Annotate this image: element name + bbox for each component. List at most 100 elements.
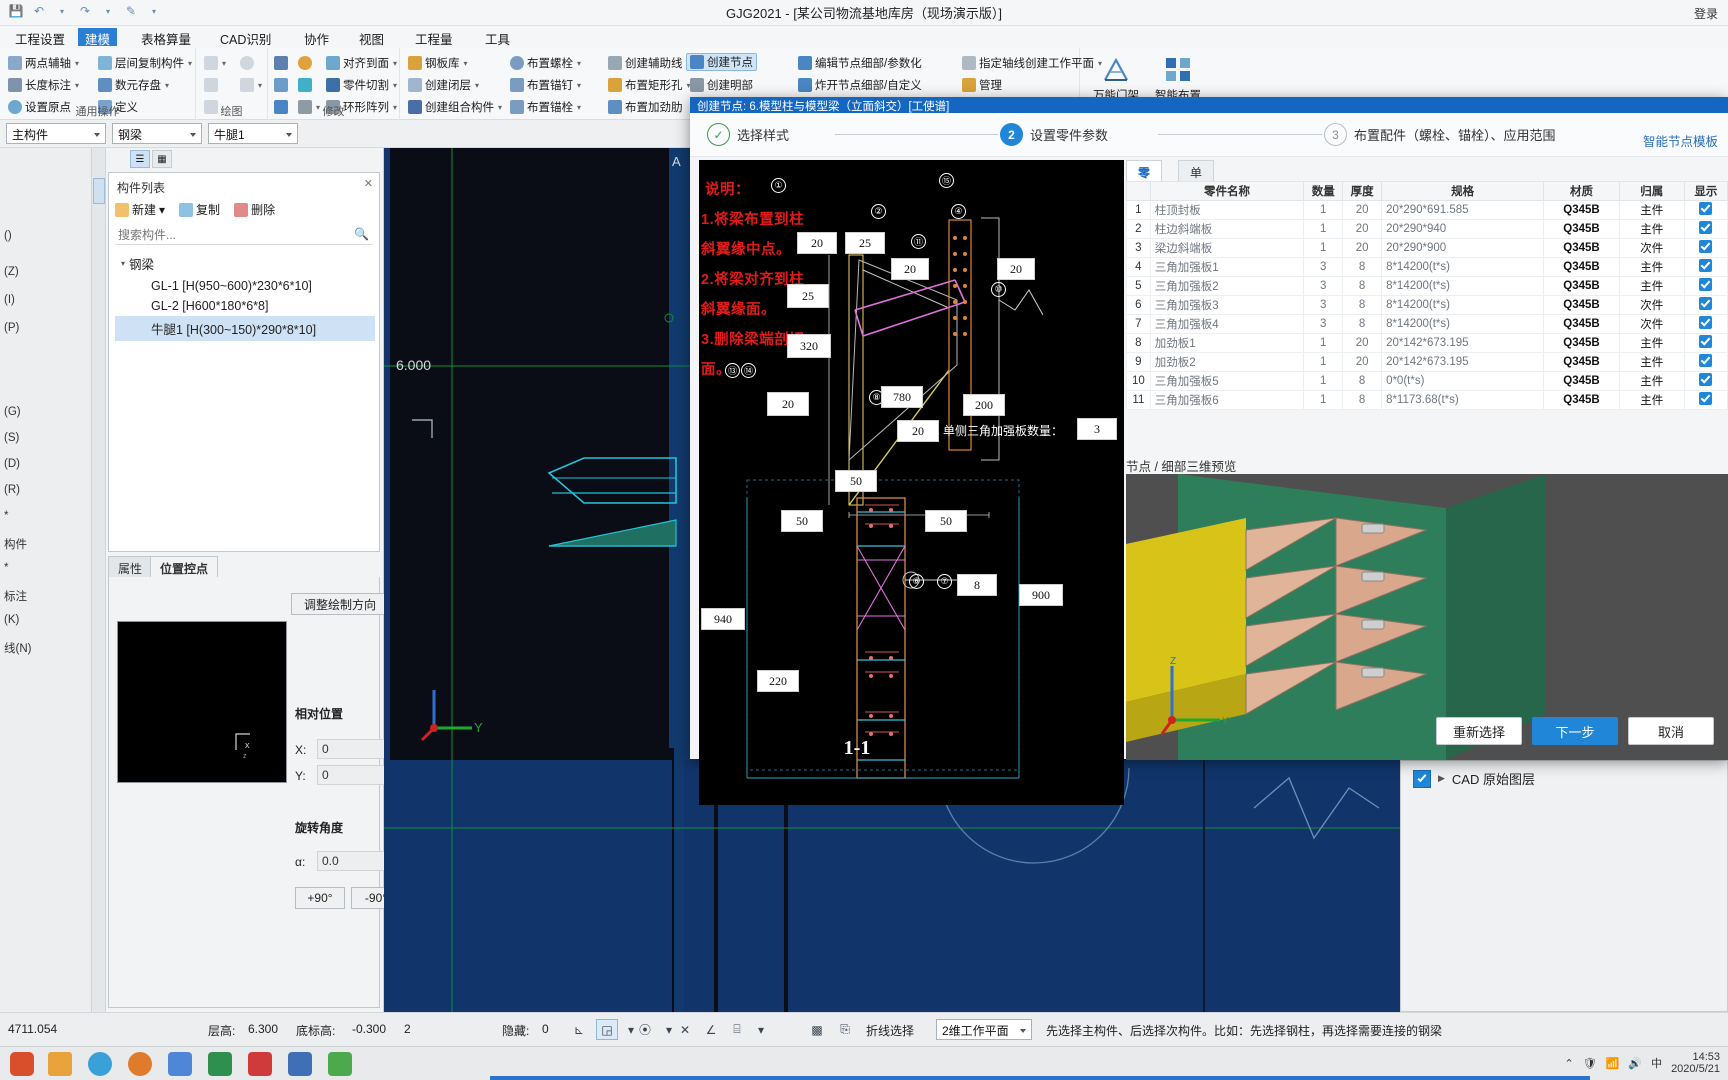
cell-visible[interactable] [1683,200,1728,220]
rail-item-10[interactable]: * [4,562,8,574]
grid-icon[interactable]: ▩ [806,1019,828,1040]
table-row[interactable]: 6 三角加强板3 3 8 8*14200(t*s) Q345B 次件 [1126,295,1728,315]
table-row[interactable]: 5 三角加强板2 3 8 8*14200(t*s) Q345B 主件 [1126,276,1728,296]
tab-properties[interactable]: 属性 [108,556,153,578]
cell-material[interactable]: Q345B [1543,219,1620,239]
table-row[interactable]: 4 三角加强板1 3 8 8*14200(t*s) Q345B 主件 [1126,257,1728,277]
cell-visible[interactable] [1683,333,1728,353]
cell-qty[interactable]: 1 [1303,352,1344,372]
tree-item-bracket-1[interactable]: 牛腿1 [H(300~150)*290*8*10] [115,316,375,341]
ribbon-btn-explode-node[interactable]: 炸开节点细部/自定义 [798,76,922,94]
volume-icon[interactable]: 🔊 [1628,1057,1642,1070]
cell-spec[interactable]: 8*1173.68(t*s) [1381,390,1545,410]
dim-input-0[interactable]: 20 [797,232,837,254]
ribbon-btn-two-point-axis[interactable]: 两点辅轴 ▾ [8,54,79,72]
node-drawing-preview[interactable]: 1-1 说明： 1.将梁布置到柱 斜翼缘中点。 2.将梁对齐到柱 斜翼缘面。 3… [699,160,1124,805]
cell-qty[interactable]: 1 [1303,219,1344,239]
firefox-icon[interactable] [128,1052,152,1076]
dim-input-7[interactable]: 200 [963,394,1005,416]
step-1-select-style[interactable]: ✓ 选择样式 [707,123,789,146]
search-icon[interactable]: 🔍 [354,227,369,241]
menu-item-table-quantity[interactable]: 表格算量 [134,28,198,47]
pdf-icon[interactable] [248,1052,272,1076]
cell-qty[interactable]: 3 [1303,276,1344,296]
visible-checkbox[interactable] [1699,373,1713,386]
cell-spec[interactable]: 20*142*673.195 [1381,352,1545,372]
shield-icon[interactable]: 🛡 [1583,1057,1597,1070]
reselect-button[interactable]: 重新选择 [1436,717,1522,745]
menu-item-project-settings[interactable]: 工程设置 [8,28,72,47]
visible-checkbox[interactable] [1699,316,1713,329]
vtab-components[interactable] [93,178,105,204]
smart-node-template-link[interactable]: 智能节点模板 [1643,131,1718,150]
cell-own[interactable]: 主件 [1618,276,1685,296]
cell-visible[interactable] [1683,219,1728,239]
rotate3d-icon[interactable]: ⦿ [634,1019,656,1040]
view-mode-toggle[interactable]: ☰ ▦ [130,150,172,168]
ribbon-btn-workplane-from-axis[interactable]: 指定轴线创建工作平面 ▾ [962,54,1102,72]
rail-item-6[interactable]: (D) [4,458,20,470]
cell-spec[interactable]: 20*290*691.585 [1381,200,1545,220]
chevron-down-icon[interactable]: ▾ [258,81,262,90]
measure-caret-icon[interactable]: ▾ [750,1019,772,1040]
layer-checkbox[interactable] [1413,769,1431,788]
visible-checkbox[interactable] [1699,221,1713,234]
cell-qty[interactable]: 3 [1303,314,1344,334]
dim-input-1[interactable]: 25 [845,232,885,254]
cell-thk[interactable]: 20 [1342,238,1383,258]
cell-material[interactable]: Q345B [1543,276,1620,296]
close-icon[interactable]: ✕ [674,1019,696,1040]
dim-input-4[interactable]: 25 [787,284,829,308]
chevron-down-icon[interactable]: ▾ [75,81,79,90]
chevron-down-icon[interactable]: ▾ [475,81,479,90]
ribbon-btn-rect-hole[interactable]: 布置矩形孔 ▾ [608,76,691,94]
cell-own[interactable]: 主件 [1618,371,1685,391]
grid-view-icon[interactable]: ▦ [152,150,172,168]
chrome-icon[interactable] [168,1052,192,1076]
cell-thk[interactable]: 8 [1342,257,1383,277]
rotate-plus-90-button[interactable]: +90° [295,887,345,909]
ime-icon[interactable]: 中 [1651,1055,1662,1071]
chevron-down-icon[interactable]: ▾ [393,59,397,68]
cell-visible[interactable] [1683,295,1728,315]
rail-item-11[interactable]: 标注 [4,588,27,604]
ribbon-btn-align-face[interactable]: 对齐到面 ▾ [326,54,397,72]
start-icon[interactable] [10,1052,34,1076]
table-row[interactable]: 1 柱顶封板 1 20 20*290*691.585 Q345B 主件 [1126,200,1728,220]
cell-thk[interactable]: 8 [1342,390,1383,410]
cell-qty[interactable]: 1 [1303,371,1344,391]
table-row[interactable]: 9 加劲板2 1 20 20*142*673.195 Q345B 主件 [1126,352,1728,372]
dim-input-13[interactable]: 8 [957,574,997,596]
rail-item-0[interactable]: () [4,230,12,242]
tab-parts[interactable]: 零件 [1126,160,1163,197]
cell-own[interactable]: 次件 [1618,295,1685,315]
step-3-accessories[interactable]: 3 布置配件（螺栓、锚栓）、应用范围 [1324,123,1556,146]
cell-material[interactable]: Q345B [1543,238,1620,258]
cell-material[interactable]: Q345B [1543,390,1620,410]
gjg-icon[interactable] [288,1052,312,1076]
cell-visible[interactable] [1683,276,1728,296]
dim-input-16[interactable]: 220 [757,670,799,692]
delete-component-button[interactable]: 删除 [234,201,275,218]
ribbon-btn-create-detail[interactable]: 创建明部 [690,76,753,94]
visible-checkbox[interactable] [1699,278,1713,291]
chevron-down-icon[interactable]: ▾ [577,81,581,90]
cell-material[interactable]: Q345B [1543,200,1620,220]
cell-material[interactable]: Q345B [1543,333,1620,353]
new-component-button[interactable]: 新建 ▾ [115,201,165,218]
cancel-button[interactable]: 取消 [1628,717,1714,745]
cell-spec[interactable]: 8*14200(t*s) [1381,295,1545,315]
calc-icon[interactable] [208,1052,232,1076]
cell-visible[interactable] [1683,314,1728,334]
triangle-qty-input[interactable]: 3 [1077,418,1117,440]
rail-item-1[interactable]: (Z) [4,266,19,278]
visible-checkbox[interactable] [1699,240,1713,253]
menu-item-modeling[interactable]: 建模 [78,28,118,47]
rail-item-2[interactable]: (I) [4,294,15,306]
dim-input-5[interactable]: 320 [787,334,831,358]
taskbar-clock[interactable]: 14:53 2020/5/21 [1671,1051,1720,1075]
menu-item-cad-recognition[interactable]: CAD识别 [213,28,278,47]
menu-item-collaborate[interactable]: 协作 [297,28,336,47]
workplane-combo[interactable]: 2维工作平面 [936,1019,1032,1040]
network-icon[interactable]: 📶 [1606,1057,1620,1070]
